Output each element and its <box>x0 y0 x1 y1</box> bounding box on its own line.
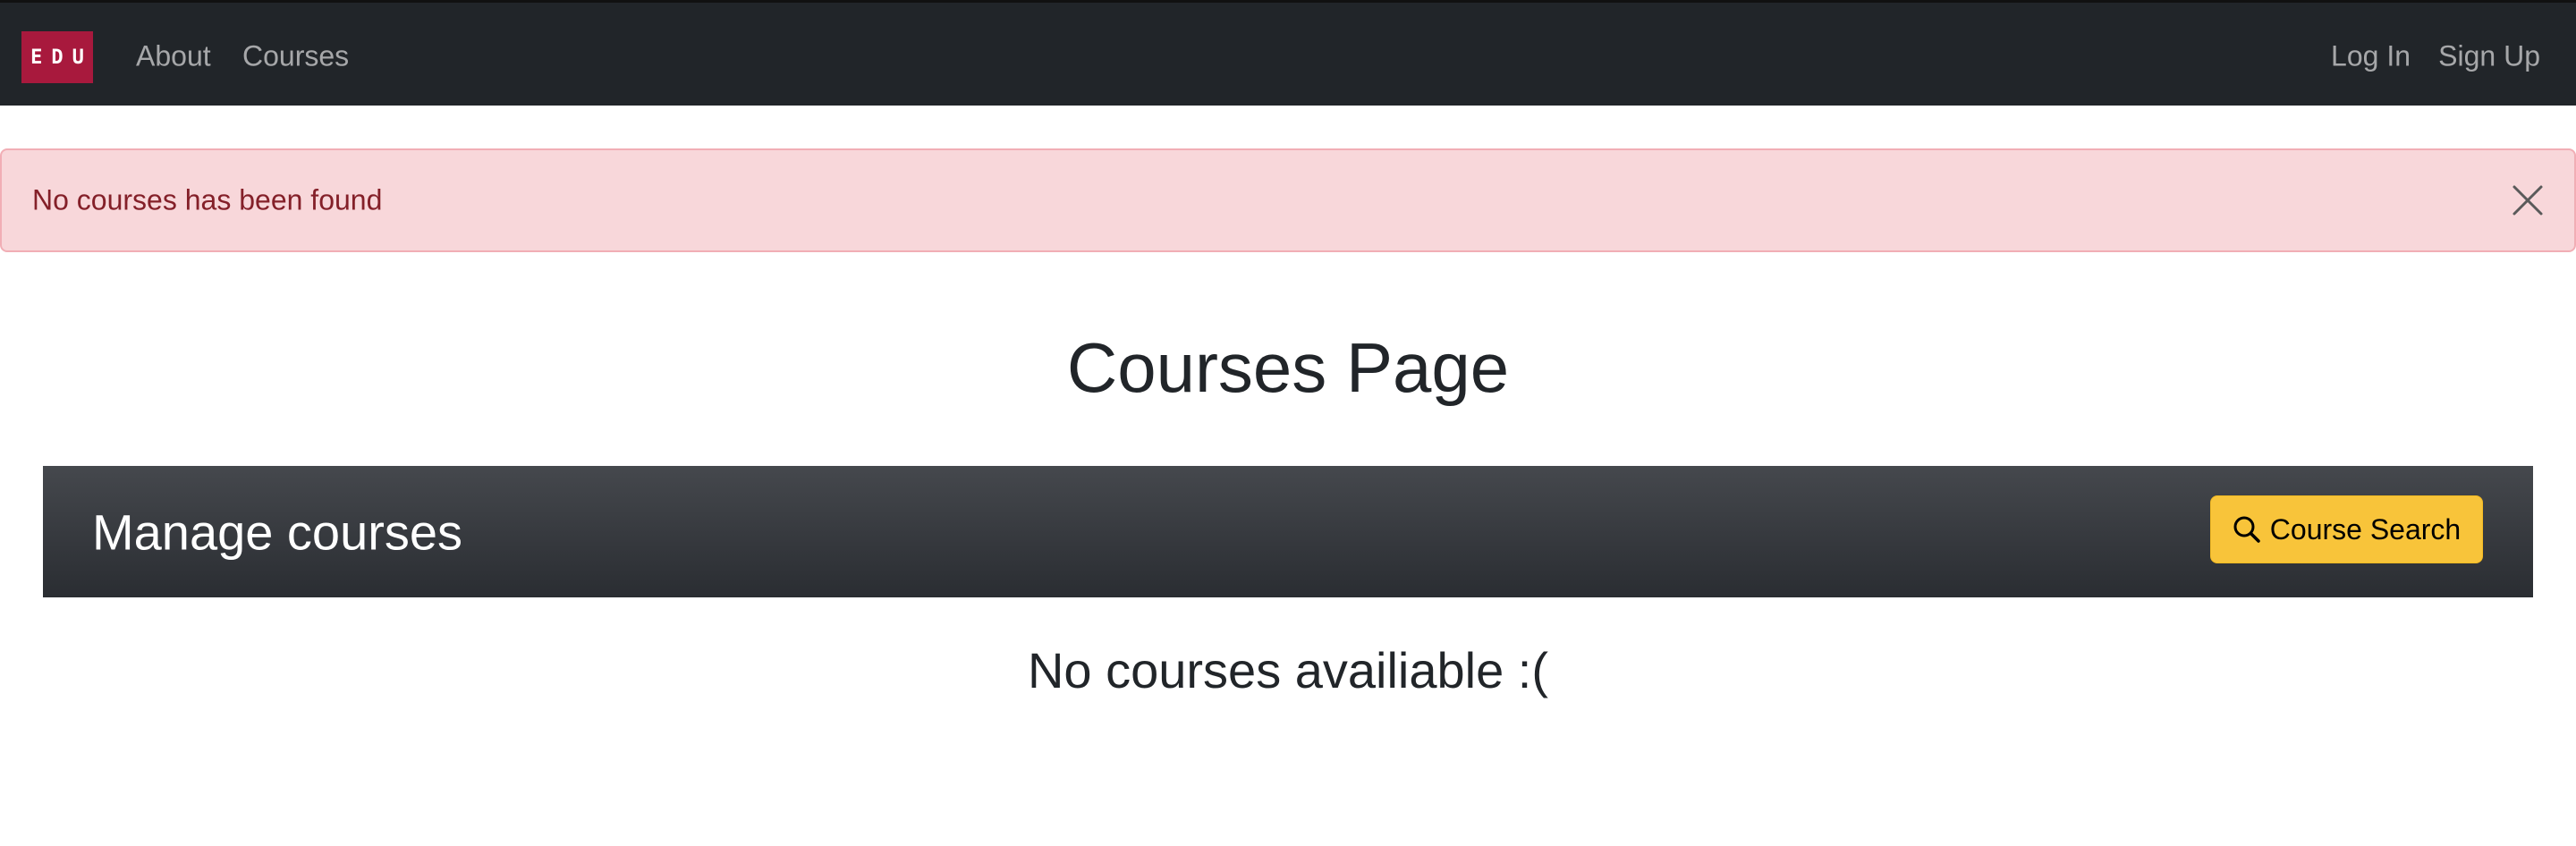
course-search-label: Course Search <box>2269 512 2462 546</box>
brand-text: EDU <box>30 46 93 69</box>
navbar: EDU About Courses Log In Sign Up <box>0 0 2576 106</box>
alert-danger: No courses has been found <box>0 148 2576 252</box>
signup-link[interactable]: Sign Up <box>2438 40 2540 73</box>
nav-link-about[interactable]: About <box>136 40 211 73</box>
alert-message: No courses has been found <box>32 183 383 216</box>
course-search-button[interactable]: Course Search <box>2210 495 2483 563</box>
manage-courses-header: Manage courses Course Search <box>43 466 2533 597</box>
search-icon <box>2233 515 2261 544</box>
empty-state-message: No courses availiable :( <box>1027 642 1549 698</box>
manage-courses-title: Manage courses <box>92 503 463 560</box>
login-link[interactable]: Log In <box>2331 40 2411 73</box>
close-icon[interactable] <box>2508 181 2547 220</box>
nav-link-courses[interactable]: Courses <box>242 40 349 73</box>
brand-logo[interactable]: EDU <box>21 31 93 83</box>
page-title: Courses Page <box>1066 328 1510 407</box>
